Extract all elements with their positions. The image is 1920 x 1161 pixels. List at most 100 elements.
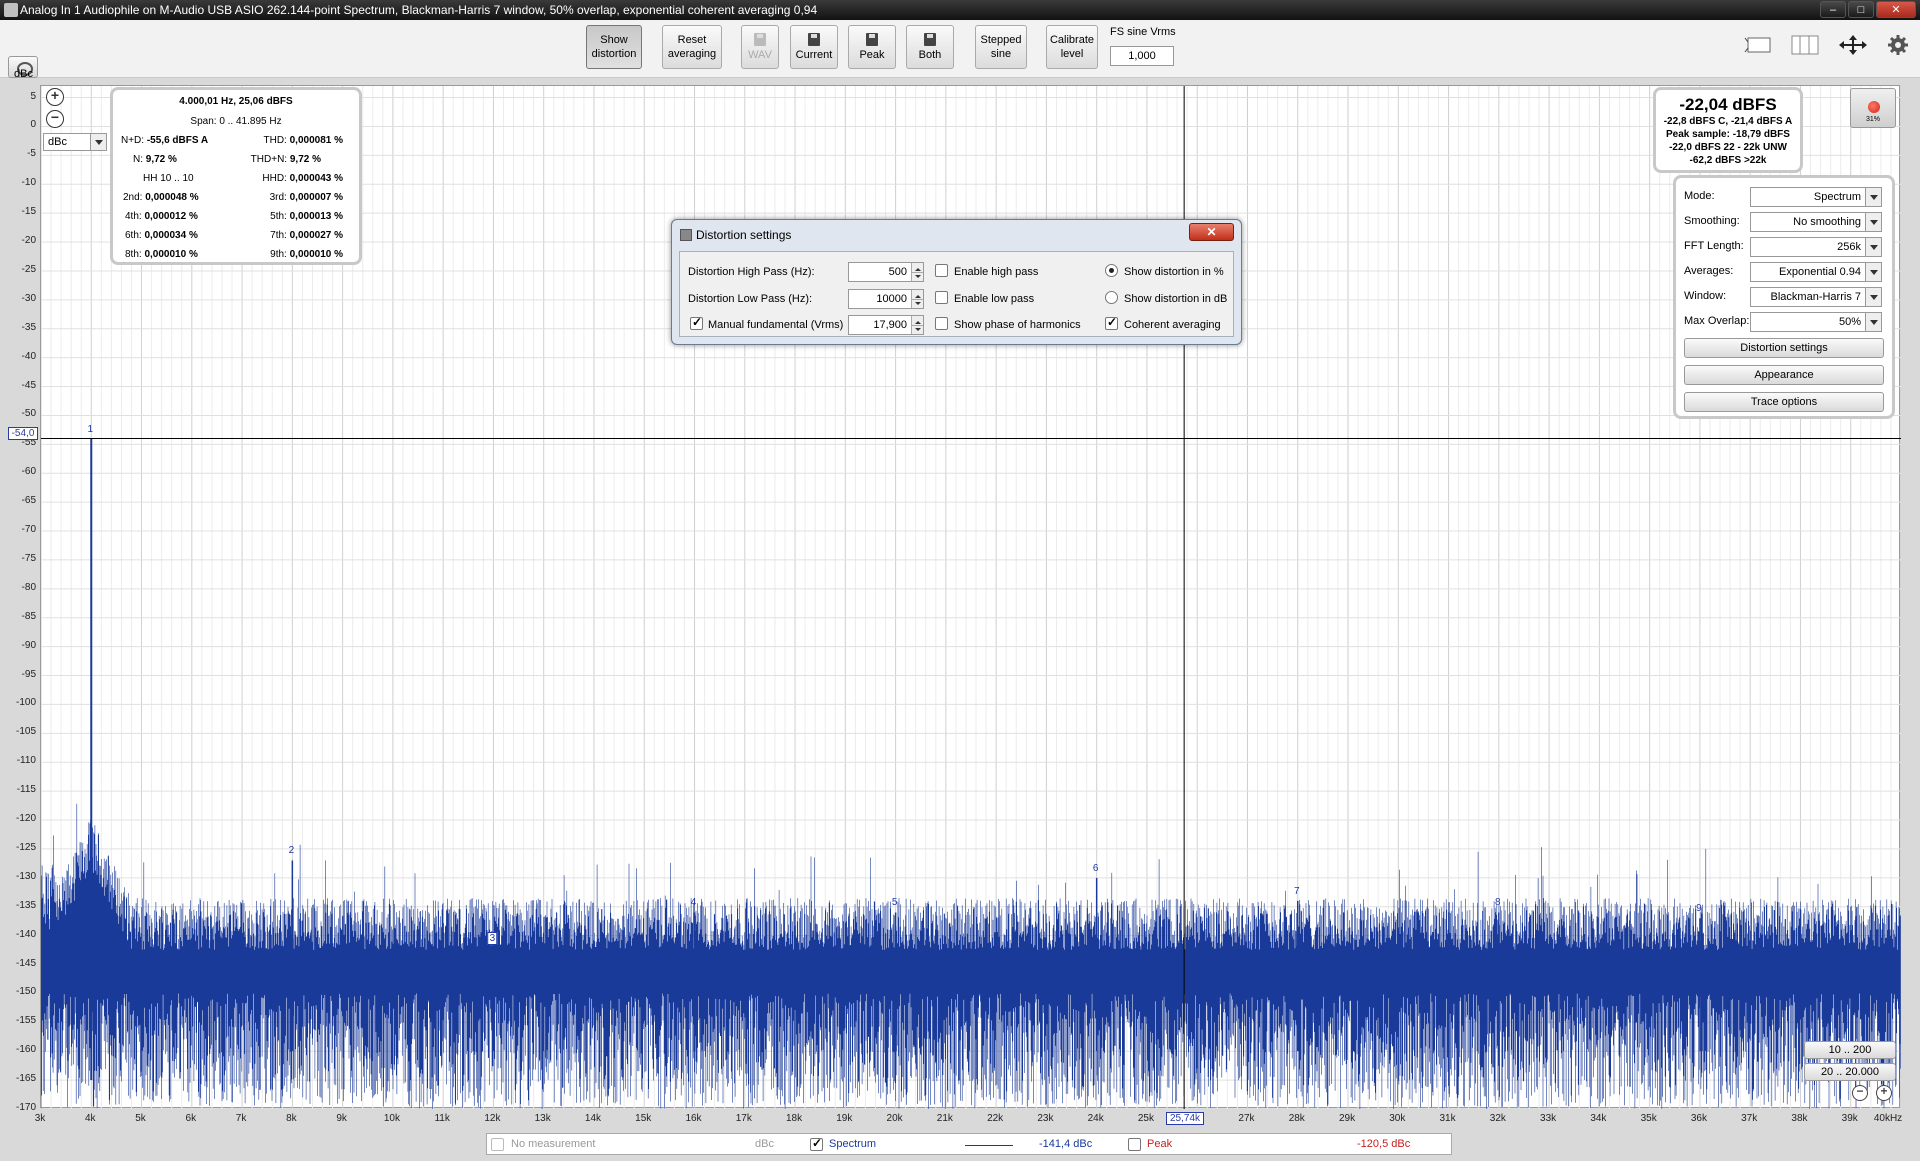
stat-value: 0,000013 % xyxy=(289,211,343,222)
smoothing-select[interactable]: No smoothing xyxy=(1750,212,1882,232)
minimize-button[interactable]: – xyxy=(1820,1,1846,18)
x-tick-label: 34k xyxy=(1590,1113,1607,1124)
y-tick-label: -15 xyxy=(21,206,36,218)
y-tick-label: -120 xyxy=(15,813,36,825)
level-meter-panel: -22,04 dBFS -22,8 dBFS C, -21,4 dBFS A P… xyxy=(1653,87,1803,173)
spectrum-value: -141,4 dBc xyxy=(1039,1138,1093,1150)
stat-value: 0,000043 % xyxy=(289,173,343,184)
show-phase-label: Show phase of harmonics xyxy=(954,319,1081,331)
x-tick-label: 33k xyxy=(1540,1113,1557,1124)
manual-fundamental-spinner[interactable]: 17,900 xyxy=(848,315,924,335)
stats-span: Span: 0 .. 41.895 Hz xyxy=(190,116,282,127)
range-20-20000-button[interactable]: 20 .. 20.000 xyxy=(1804,1063,1896,1081)
harmonic-label: 3 xyxy=(487,932,498,946)
y-tick-label: -70 xyxy=(21,524,36,536)
zoom-in-icon[interactable]: + xyxy=(1876,1085,1892,1101)
x-tick-label: 29k xyxy=(1338,1113,1356,1124)
peak-checkbox[interactable] xyxy=(1128,1138,1141,1151)
spin-down-icon[interactable] xyxy=(911,299,923,308)
window-select[interactable]: Blackman-Harris 7 xyxy=(1750,287,1882,307)
fft-length-select[interactable]: 256k xyxy=(1750,237,1882,257)
show-db-radio[interactable] xyxy=(1105,291,1118,304)
spin-down-icon[interactable] xyxy=(911,325,923,334)
maximize-button[interactable]: □ xyxy=(1848,1,1874,18)
gear-icon[interactable] xyxy=(1886,34,1910,56)
low-pass-spinner[interactable]: 10000 xyxy=(848,289,924,309)
split-view-icon[interactable] xyxy=(1790,34,1820,56)
unit-select[interactable]: dBc xyxy=(43,133,107,151)
save-current-button[interactable]: Current xyxy=(790,25,838,69)
close-button[interactable]: ✕ xyxy=(1876,1,1916,18)
spin-down-icon[interactable] xyxy=(911,272,923,281)
stat-value: 0,000027 % xyxy=(289,230,343,241)
x-tick-label: 11k xyxy=(434,1113,450,1124)
record-icon xyxy=(1868,101,1880,113)
x-tick-label: 7k xyxy=(235,1113,247,1124)
zoom-out-icon[interactable]: − xyxy=(1852,1085,1868,1101)
mode-select[interactable]: Spectrum xyxy=(1750,187,1882,207)
stat-label: 5th: xyxy=(270,211,287,222)
dialog-close-button[interactable]: ✕ xyxy=(1189,223,1234,241)
show-phase-checkbox[interactable] xyxy=(935,317,948,330)
calibrate-level-button[interactable]: Calibrate level xyxy=(1046,25,1098,69)
manual-fundamental-checkbox[interactable] xyxy=(690,315,703,330)
show-distortion-button[interactable]: Show distortion xyxy=(586,25,642,69)
max-overlap-label: Max Overlap: xyxy=(1684,315,1750,327)
spectrum-checkbox[interactable] xyxy=(810,1136,823,1151)
no-measurement-label: No measurement xyxy=(511,1138,596,1150)
spectrum-trace xyxy=(40,803,1901,1109)
no-measurement-checkbox[interactable] xyxy=(491,1138,504,1151)
stat-label: THD+N: xyxy=(250,154,288,165)
y-tick-label: -130 xyxy=(15,870,36,882)
fit-arrows-icon[interactable] xyxy=(1838,34,1868,56)
averages-select[interactable]: Exponential 0.94 xyxy=(1750,262,1882,282)
toolbar: Show distortion Reset averaging WAV Curr… xyxy=(0,20,1920,78)
distortion-settings-button[interactable]: Distortion settings xyxy=(1684,338,1884,358)
save-peak-button[interactable]: Peak xyxy=(848,25,896,69)
x-tick-label: 8k xyxy=(286,1113,297,1124)
harmonic-label: 1 xyxy=(87,423,94,435)
y-tick-label: -30 xyxy=(21,292,36,304)
wav-button[interactable]: WAV xyxy=(741,25,779,69)
zoom-out-icon[interactable]: − xyxy=(46,110,64,128)
show-percent-radio[interactable] xyxy=(1105,264,1118,277)
spin-up-icon[interactable] xyxy=(911,263,923,272)
stat-value: 0,000010 % xyxy=(289,249,343,260)
spin-up-icon[interactable] xyxy=(911,290,923,299)
fft-length-label: FFT Length: xyxy=(1684,240,1744,252)
spectrum-label: Spectrum xyxy=(829,1138,877,1150)
y-tick-label: -45 xyxy=(21,379,36,391)
save-both-button[interactable]: Both xyxy=(906,25,954,69)
max-overlap-select[interactable]: 50% xyxy=(1750,312,1882,332)
spin-up-icon[interactable] xyxy=(911,316,923,325)
appearance-button[interactable]: Appearance xyxy=(1684,365,1884,385)
level-main: -22,04 dBFS xyxy=(1679,95,1777,114)
range-10-200-button[interactable]: 10 .. 200 xyxy=(1804,1041,1896,1059)
y-tick-label: -160 xyxy=(15,1044,36,1056)
stat-label: N+D: xyxy=(121,135,145,146)
reset-averaging-button[interactable]: Reset averaging xyxy=(662,25,722,69)
high-pass-spinner[interactable]: 500 xyxy=(848,262,924,282)
coherent-averaging-checkbox[interactable] xyxy=(1105,315,1118,330)
stat-label: 6th: xyxy=(125,230,142,241)
x-tick-label: 40kHz xyxy=(1873,1113,1903,1124)
zoom-in-icon[interactable]: + xyxy=(46,88,64,106)
x-tick-label: 19k xyxy=(836,1113,853,1124)
spectrum-swatch xyxy=(965,1145,1013,1146)
stepped-sine-button[interactable]: Stepped sine xyxy=(975,25,1027,69)
dialog-title: Distortion settings xyxy=(696,228,792,242)
x-tick-label: 36k xyxy=(1690,1113,1707,1124)
trace-options-button[interactable]: Trace options xyxy=(1684,392,1884,412)
graph-view-icon[interactable] xyxy=(1744,34,1774,56)
level-line: -22,0 dBFS 22 - 22k UNW xyxy=(1669,142,1787,153)
fs-sine-input[interactable]: 1,000 xyxy=(1110,46,1174,66)
x-tick-label: 10k xyxy=(383,1113,400,1124)
chevron-down-icon xyxy=(1865,213,1881,231)
y-tick-label: -60 xyxy=(21,466,36,478)
stat-label: 4th: xyxy=(125,211,142,222)
x-tick-label: 9k xyxy=(336,1113,347,1124)
stat-value: 0,000012 % xyxy=(144,211,198,222)
record-button[interactable]: 31% xyxy=(1850,88,1896,128)
enable-high-pass-checkbox[interactable] xyxy=(935,264,948,277)
enable-low-pass-checkbox[interactable] xyxy=(935,291,948,304)
